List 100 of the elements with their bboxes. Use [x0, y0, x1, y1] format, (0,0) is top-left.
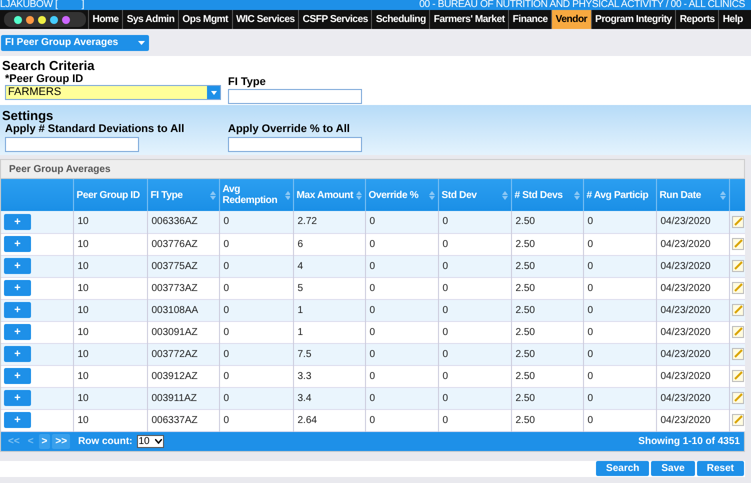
table-cell: 10 [73, 277, 147, 299]
edit-icon[interactable] [732, 282, 744, 294]
table-cell: 0 [219, 233, 293, 255]
edit-icon[interactable] [732, 392, 744, 404]
expand-button[interactable]: + [4, 258, 31, 274]
column-header[interactable]: Peer Group ID [76, 190, 140, 200]
pager-button[interactable]: > [38, 434, 50, 448]
column-header[interactable]: Override % [368, 190, 418, 200]
action-button[interactable]: Reset [696, 461, 744, 476]
showing-count: Showing 1-10 of 4351 [638, 434, 740, 448]
table-cell: 04/23/2020 [656, 321, 729, 343]
field-label: Apply # Standard Deviations to All [5, 123, 186, 136]
expand-button[interactable]: + [4, 390, 31, 406]
action-button[interactable]: Save [651, 461, 695, 476]
column-header[interactable]: Avg Redemption [222, 184, 285, 206]
table-cell: 10 [73, 299, 147, 321]
table-cell: 04/23/2020 [656, 299, 729, 321]
table-cell: 0 [365, 409, 438, 431]
edit-icon[interactable] [732, 326, 744, 338]
table-cell: 006337AZ [147, 409, 219, 431]
column-header[interactable]: Std Dev [442, 190, 477, 200]
table-cell: 0 [583, 321, 656, 343]
edit-icon[interactable] [732, 260, 744, 272]
edit-icon[interactable] [732, 414, 744, 426]
section-title: Settings [2, 108, 54, 123]
table-cell: 04/23/2020 [656, 365, 729, 387]
table-cell: 2.50 [511, 409, 583, 431]
expand-button[interactable]: + [4, 236, 31, 252]
table-cell: 10 [73, 321, 147, 343]
table-cell: 0 [365, 343, 438, 365]
table-cell: 0 [365, 299, 438, 321]
column-header[interactable]: Max Amount [296, 190, 354, 200]
table-cell: 0 [583, 277, 656, 299]
table-cell: 04/23/2020 [656, 233, 729, 255]
table-cell: 10 [73, 255, 147, 277]
table-cell: 4 [293, 255, 365, 277]
table-cell: 2.50 [511, 211, 583, 233]
expand-button[interactable]: + [4, 324, 31, 340]
table-cell: 003772AZ [147, 343, 219, 365]
edit-icon[interactable] [732, 238, 744, 250]
expand-button[interactable]: + [4, 412, 31, 428]
table-cell: 0 [438, 211, 511, 233]
table-cell: 2.64 [293, 409, 365, 431]
nav-tab[interactable]: Vendor [551, 10, 591, 29]
table-cell: 0 [438, 387, 511, 409]
table-cell: 2.50 [511, 343, 583, 365]
table-cell: 003108AA [147, 299, 219, 321]
table-cell: 2.50 [511, 277, 583, 299]
table-cell: 0 [365, 321, 438, 343]
column-header[interactable]: FI Type [150, 190, 183, 200]
table-cell: 0 [219, 299, 293, 321]
table-cell: 003091AZ [147, 321, 219, 343]
std-devs-field[interactable] [5, 136, 139, 152]
table-cell: 003911AZ [147, 387, 219, 409]
table-cell: 0 [438, 255, 511, 277]
override-field[interactable] [228, 136, 362, 152]
field-label: FI Type [228, 75, 267, 88]
row-count-label: Row count: [78, 434, 132, 448]
table-cell: 2.50 [511, 321, 583, 343]
edit-icon[interactable] [732, 348, 744, 360]
action-button[interactable]: Search [596, 461, 650, 476]
row-count-select[interactable]: 10 [136, 434, 164, 448]
field-label: *Peer Group ID [5, 73, 84, 85]
agency-label: 00 - BUREAU OF NUTRITION AND PHYSICAL ACTIVITY / 00 - ALL CLINICS [419, 0, 745, 10]
table-cell: 04/23/2020 [656, 387, 729, 409]
expand-button[interactable]: + [4, 214, 31, 230]
table-cell: 2.50 [511, 387, 583, 409]
table-cell: 04/23/2020 [656, 277, 729, 299]
edit-icon[interactable] [732, 370, 744, 382]
column-header[interactable]: # Std Devs [514, 190, 563, 200]
edit-icon[interactable] [732, 304, 744, 316]
expand-button[interactable]: + [4, 280, 31, 296]
table-cell: 10 [73, 387, 147, 409]
user-bracket: ] [82, 0, 84, 10]
expand-button[interactable]: + [4, 302, 31, 318]
table-cell: 0 [583, 211, 656, 233]
fi-type-field[interactable] [228, 88, 362, 104]
table-cell: 0 [365, 365, 438, 387]
expand-button[interactable]: + [4, 346, 31, 362]
table-cell: 003773AZ [147, 277, 219, 299]
caret-icon [210, 90, 216, 94]
table-cell: 0 [219, 365, 293, 387]
caret-icon [138, 40, 145, 44]
table-cell: 0 [583, 233, 656, 255]
page-select[interactable]: FI Peer Group Averages [1, 34, 149, 50]
table-cell: 0 [219, 387, 293, 409]
table-cell: 0 [219, 321, 293, 343]
column-header[interactable]: # Avg Particip [586, 190, 648, 200]
table-cell: 2.50 [511, 299, 583, 321]
field-label: Apply Override % to All [228, 123, 351, 136]
table-cell: 1 [293, 321, 365, 343]
table-cell: 0 [438, 409, 511, 431]
peer-group-select[interactable]: FARMERS [5, 85, 221, 100]
column-header[interactable]: Run Date [660, 190, 701, 200]
pager-button[interactable]: >> [52, 434, 70, 448]
table-cell: 0 [438, 277, 511, 299]
edit-icon[interactable] [732, 216, 744, 228]
table-cell: 2.50 [511, 233, 583, 255]
user-name: LJAKUBOW [ [0, 0, 58, 10]
expand-button[interactable]: + [4, 368, 31, 384]
